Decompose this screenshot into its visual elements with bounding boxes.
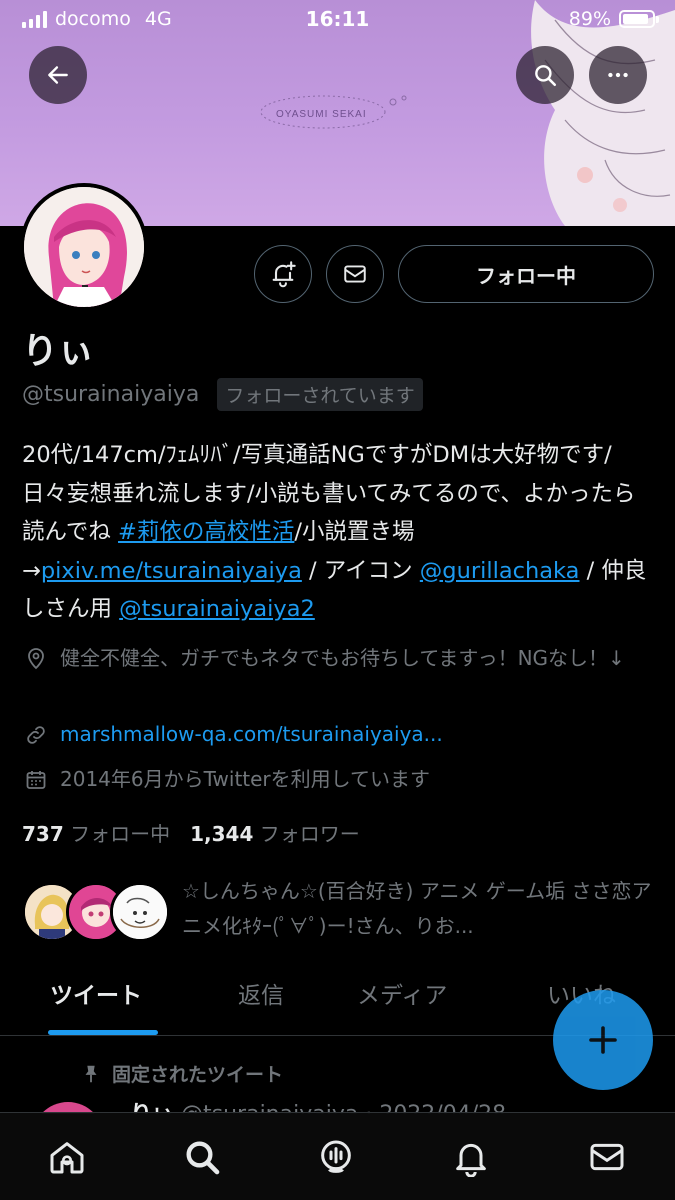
- active-tab-indicator: [48, 1030, 158, 1035]
- mention-link[interactable]: @gurillachaka: [420, 558, 580, 584]
- battery-percent: 89%: [568, 8, 611, 30]
- follow-stats: 737 フォロー中 1,344 フォロワー: [22, 818, 360, 847]
- pinned-label-text: 固定されたツイート: [112, 1064, 284, 1086]
- nav-home[interactable]: [45, 1135, 89, 1179]
- arrow-left-icon: [48, 66, 68, 84]
- following-button[interactable]: フォロー中: [398, 245, 654, 303]
- spaces-microphone-icon: [321, 1140, 351, 1173]
- followers-stat[interactable]: 1,344 フォロワー: [190, 818, 360, 847]
- plus-icon: [589, 1026, 617, 1054]
- nav-search[interactable]: [180, 1135, 224, 1179]
- bell-plus-icon: [272, 261, 296, 288]
- calendar-icon: [22, 764, 50, 795]
- nav-messages[interactable]: [585, 1135, 629, 1179]
- tab-tweets[interactable]: ツイート: [50, 976, 142, 1010]
- envelope-icon: [344, 265, 366, 283]
- pinned-label: 固定されたツイート: [80, 1060, 283, 1087]
- followers-label: フォロワー: [259, 822, 360, 846]
- handle: @tsurainaiyaiya: [22, 382, 200, 407]
- follows-you-badge: フォローされています: [217, 378, 423, 411]
- more-horizontal-icon: [608, 72, 628, 78]
- bio: 20代/147cm/ﾌｪﾑﾘﾊﾞ/写真通話NGですがDMは大好物です/日々妄想垂…: [22, 436, 652, 629]
- joined-row: 2014年6月からTwitterを利用しています: [22, 764, 652, 795]
- location-row: 健全不健全、ガチでもネタでもお待ちしてますっ！NGなし！↓: [22, 643, 652, 674]
- known-followers-text: ☆しんちゃん☆(百合好き) アニメ ゲーム垢 ささ恋アニメ化ｷﾀｰ(ﾟ∀ﾟ)ー!…: [182, 879, 652, 938]
- search-icon: [186, 1141, 220, 1175]
- more-button[interactable]: [589, 46, 647, 104]
- avatar: [110, 882, 170, 942]
- envelope-icon: [590, 1143, 624, 1171]
- tab-replies[interactable]: 返信: [238, 976, 284, 1010]
- website-link[interactable]: marshmallow-qa.com/tsurainaiyaiya...: [60, 719, 443, 750]
- tab-media[interactable]: メディア: [357, 976, 447, 1010]
- status-bar: docomo 4G 16:11 89%: [0, 0, 675, 38]
- display-name: りぃ: [22, 331, 95, 372]
- hashtag-link[interactable]: #莉依の高校性活: [118, 519, 294, 545]
- mention-link[interactable]: @tsurainaiyaiya2: [119, 596, 315, 622]
- pixiv-link[interactable]: pixiv.me/tsurainaiyaiya: [41, 558, 302, 584]
- pinned-tweet[interactable]: りぃ @tsurainaiyaiya · 2022/04/28: [22, 1094, 662, 1114]
- following-count: 737: [22, 822, 64, 846]
- message-button[interactable]: [326, 245, 384, 303]
- following-label: フォロー中: [70, 822, 171, 846]
- home-icon: [50, 1142, 84, 1174]
- avatar[interactable]: [20, 183, 148, 311]
- search-icon: [535, 65, 557, 87]
- svg-text:OYASUMI SEKAI: OYASUMI SEKAI: [276, 109, 367, 120]
- link-icon: [22, 719, 50, 750]
- pin-icon: [85, 1065, 97, 1082]
- bio-text: / アイコン: [301, 557, 420, 584]
- search-button[interactable]: [516, 46, 574, 104]
- known-followers[interactable]: ☆しんちゃん☆(百合好き) アニメ ゲーム垢 ささ恋アニメ化ｷﾀｰ(ﾟ∀ﾟ)ー!…: [22, 872, 662, 952]
- location-text: 健全不健全、ガチでもネタでもお待ちしてますっ！NGなし！↓: [60, 646, 625, 670]
- handle-row: @tsurainaiyaiya フォローされています: [22, 378, 423, 411]
- website-row: marshmallow-qa.com/tsurainaiyaiya...: [22, 719, 652, 750]
- nav-spaces[interactable]: [314, 1135, 358, 1179]
- battery-icon: [619, 10, 659, 28]
- banner-lettering: OYASUMI SEKAI: [260, 95, 407, 129]
- avatar-illustration: [24, 187, 144, 307]
- compose-tweet-button[interactable]: [553, 990, 653, 1090]
- back-button[interactable]: [29, 46, 87, 104]
- joined-text: 2014年6月からTwitterを利用しています: [60, 767, 431, 791]
- followers-count: 1,344: [190, 822, 254, 846]
- notify-button[interactable]: [254, 245, 312, 303]
- bottom-nav: [0, 1112, 675, 1200]
- location-pin-icon: [22, 643, 50, 674]
- bell-icon: [456, 1143, 486, 1177]
- nav-notifications[interactable]: [449, 1135, 493, 1179]
- following-stat[interactable]: 737 フォロー中: [22, 818, 170, 847]
